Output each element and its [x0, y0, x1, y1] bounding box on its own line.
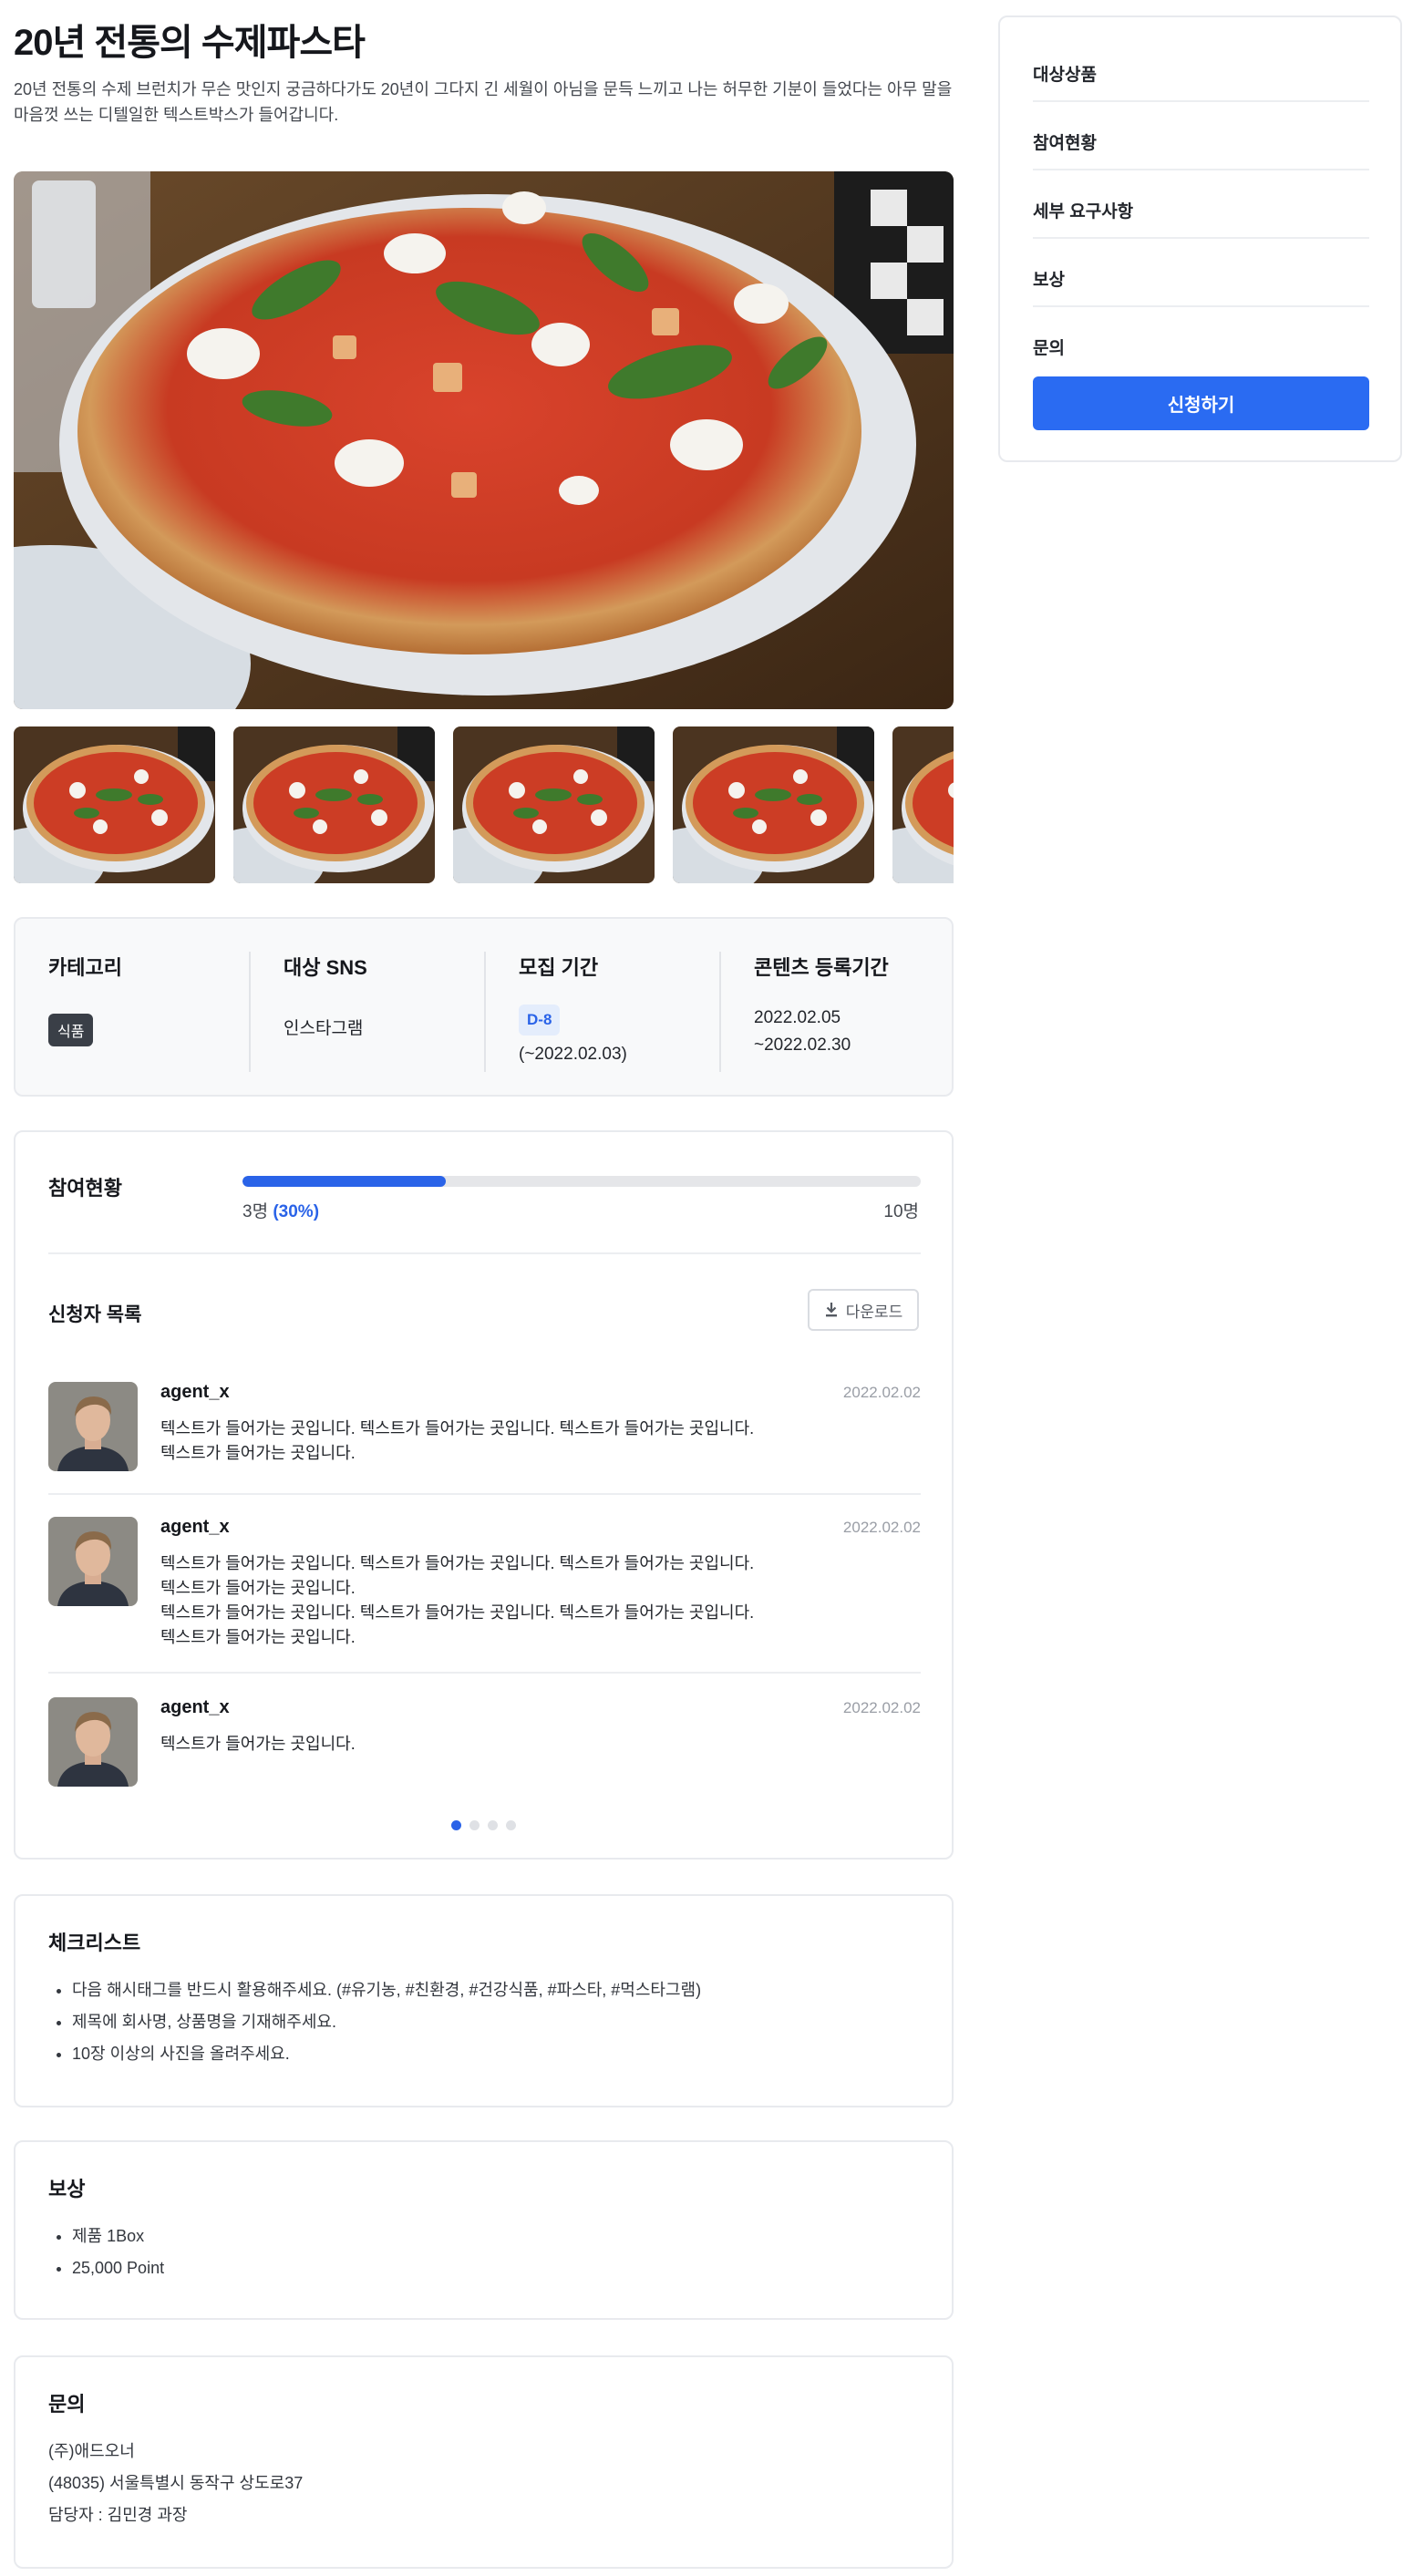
pizza-thumb [453, 726, 655, 883]
sns-label: 대상 SNS [284, 956, 367, 979]
campaign-info-card: 카테고리 식품 대상 SNS 인스타그램 모집 기간 D-8 (~2022.02… [14, 917, 954, 1097]
applicant-row: agent_x 2022.02.02 텍스트가 들어가는 곳입니다. 텍스트가 … [48, 1517, 921, 1672]
applicant-date: 2022.02.02 [842, 1519, 921, 1536]
avatar [48, 1517, 138, 1606]
applicant-text-line: 텍스트가 들어가는 곳입니다. 텍스트가 들어가는 곳입니다. 텍스트가 들어가… [160, 1603, 755, 1622]
participation-card: 참여현황 3명 (30%) 10명 신청자 목록 다운로드 agent_x 20… [14, 1130, 954, 1860]
divider [48, 1672, 921, 1674]
contact-card: 문의 (주)애드오너 (48035) 서울특별시 동작구 상도로37 담당자 :… [14, 2355, 954, 2569]
reward-list: 제품 1Box 25,000 Point [48, 2221, 164, 2284]
pizza-photo [14, 171, 954, 709]
download-button[interactable]: 다운로드 [808, 1289, 919, 1331]
reward-title: 보상 [48, 2178, 86, 2200]
avatar [48, 1697, 138, 1787]
applicant-row: agent_x 2022.02.02 텍스트가 들어가는 곳입니다. [48, 1697, 921, 1788]
dday-badge: D-8 [519, 1005, 561, 1036]
applicants-title: 신청자 목록 [48, 1304, 142, 1325]
pagination-dots [15, 1820, 952, 1830]
pagination-dot[interactable] [506, 1820, 516, 1830]
progress-fill [242, 1176, 447, 1187]
checklist-item: 제목에 회사명, 상품명을 기재해주세요. [72, 2006, 701, 2038]
contact-address: (48035) 서울특별시 동작구 상도로37 [48, 2474, 304, 2492]
page-title: 20년 전통의 수제파스타 [14, 23, 366, 63]
applicant-text-line: 텍스트가 들어가는 곳입니다. 텍스트가 들어가는 곳입니다. 텍스트가 들어가… [160, 1419, 755, 1437]
participation-progress [242, 1176, 921, 1187]
thumbnail[interactable] [892, 726, 954, 883]
current-percent: (30%) [273, 1202, 320, 1221]
recruit-column: 모집 기간 D-8 (~2022.02.03) [486, 919, 721, 1095]
sidebar-item-reward[interactable]: 보상 [1033, 239, 1369, 307]
divider [48, 1493, 921, 1495]
sidebar-nav: 대상상품 참여현황 세부 요구사항 보상 문의 신청하기 [998, 15, 1402, 462]
sns-value: 인스타그램 [284, 1019, 364, 1038]
avatar [48, 1382, 138, 1471]
applicant-text-line: 텍스트가 들어가는 곳입니다. [160, 1444, 356, 1462]
pagination-dot[interactable] [488, 1820, 498, 1830]
applicant-text: 텍스트가 들어가는 곳입니다. [160, 1732, 780, 1757]
applicant-name: agent_x [160, 1517, 230, 1537]
pizza-thumb [673, 726, 874, 883]
person-avatar [48, 1382, 138, 1471]
download-label: 다운로드 [845, 1303, 903, 1321]
reward-item: 25,000 Point [72, 2252, 164, 2284]
category-badge: 식품 [48, 1014, 94, 1046]
applicant-row: agent_x 2022.02.02 텍스트가 들어가는 곳입니다. 텍스트가 … [48, 1382, 921, 1473]
thumbnail[interactable] [673, 726, 874, 883]
contact-manager: 담당자 : 김민경 과장 [48, 2506, 188, 2524]
content-period-label: 콘텐츠 등록기간 [754, 956, 889, 979]
checklist-title: 체크리스트 [48, 1932, 141, 1954]
applicant-text-line: 텍스트가 들어가는 곳입니다. [160, 1579, 356, 1597]
pizza-thumb [233, 726, 435, 883]
checklist-item: 10장 이상의 사진을 올려주세요. [72, 2038, 701, 2070]
checklist-card: 체크리스트 다음 해시태그를 반드시 활용해주세요. (#유기농, #친환경, … [14, 1894, 954, 2107]
applicant-text: 텍스트가 들어가는 곳입니다. 텍스트가 들어가는 곳입니다. 텍스트가 들어가… [160, 1551, 780, 1650]
checklist-list: 다음 해시태그를 반드시 활용해주세요. (#유기농, #친환경, #건강식품,… [48, 1974, 701, 2070]
applicant-text-line: 텍스트가 들어가는 곳입니다. [160, 1735, 356, 1753]
category-column: 카테고리 식품 [15, 919, 251, 1095]
recruit-until: (~2022.02.03) [519, 1045, 627, 1064]
contact-info: (주)애드오너 (48035) 서울특별시 동작구 상도로37 담당자 : 김민… [48, 2436, 303, 2531]
pagination-dot[interactable] [451, 1820, 461, 1830]
applicant-text-line: 텍스트가 들어가는 곳입니다. 텍스트가 들어가는 곳입니다. 텍스트가 들어가… [160, 1554, 755, 1572]
progress-current: 3명 (30%) [242, 1198, 319, 1222]
contact-company: (주)애드오너 [48, 2442, 135, 2460]
apply-button[interactable]: 신청하기 [1033, 376, 1369, 430]
applicant-date: 2022.02.02 [842, 1699, 921, 1716]
thumbnail[interactable] [233, 726, 435, 883]
applicant-name: agent_x [160, 1382, 230, 1402]
sidebar-item-requirements[interactable]: 세부 요구사항 [1033, 170, 1369, 239]
sns-column: 대상 SNS 인스타그램 [251, 919, 486, 1095]
person-avatar [48, 1697, 138, 1787]
person-avatar [48, 1517, 138, 1606]
content-period-column: 콘텐츠 등록기간 2022.02.05 ~2022.02.30 [721, 919, 956, 1095]
reward-item: 제품 1Box [72, 2221, 164, 2252]
sidebar-item-contact[interactable]: 문의 [1033, 307, 1369, 376]
sidebar-item-participation[interactable]: 참여현황 [1033, 102, 1369, 170]
content-end: ~2022.02.30 [754, 1036, 851, 1055]
contact-title: 문의 [48, 2393, 86, 2416]
reward-card: 보상 제품 1Box 25,000 Point [14, 2140, 954, 2320]
participation-title: 참여현황 [48, 1177, 122, 1200]
thumbnail[interactable] [453, 726, 655, 883]
applicant-name: agent_x [160, 1697, 230, 1717]
applicant-date: 2022.02.02 [842, 1384, 921, 1401]
category-label: 카테고리 [48, 956, 122, 979]
hero-image [14, 171, 954, 709]
sidebar-item-target-product[interactable]: 대상상품 [1033, 34, 1369, 102]
thumbnail[interactable] [14, 726, 215, 883]
current-count: 3명 [242, 1202, 269, 1221]
page-description: 20년 전통의 수제 브런치가 무슨 맛인지 궁금하다가도 20년이 그다지 긴… [14, 80, 953, 124]
divider [48, 1252, 921, 1254]
pizza-thumb [892, 726, 954, 883]
download-icon [825, 1303, 837, 1317]
pizza-thumb [14, 726, 215, 883]
applicant-text-line: 텍스트가 들어가는 곳입니다. [160, 1628, 356, 1646]
progress-total: 10명 [883, 1202, 919, 1221]
checklist-item: 다음 해시태그를 반드시 활용해주세요. (#유기농, #친환경, #건강식품,… [72, 1974, 701, 2006]
pagination-dot[interactable] [469, 1820, 480, 1830]
thumbnail-strip [14, 726, 954, 883]
applicant-text: 텍스트가 들어가는 곳입니다. 텍스트가 들어가는 곳입니다. 텍스트가 들어가… [160, 1417, 780, 1466]
content-start: 2022.02.05 [754, 1008, 841, 1027]
recruit-label: 모집 기간 [519, 956, 599, 979]
